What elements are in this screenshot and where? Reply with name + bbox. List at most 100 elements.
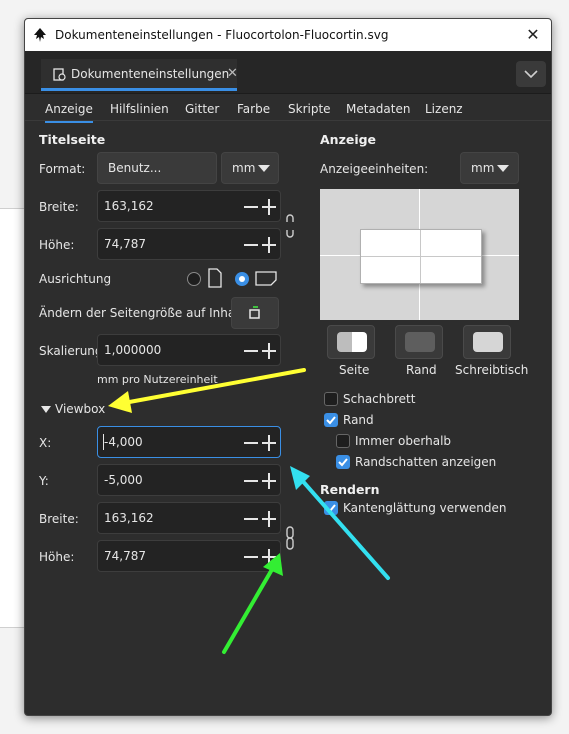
breite-label: Breite: [39,200,79,214]
page-color-button[interactable] [327,325,375,359]
decrement-button[interactable] [244,206,258,208]
title-bar: Dokumenteneinstellungen - Fluocortolon-F… [25,19,551,51]
antialiasing-label: Kantenglättung verwenden [343,501,507,515]
dock-tab-bar: Dokumenteneinstellungen ✕ [25,51,551,94]
display-units-label: Anzeigeeinheiten: [320,162,429,176]
checkerboard-label: Schachbrett [343,392,416,406]
tab-metadaten[interactable]: Metadaten [346,102,410,116]
increment-button[interactable] [262,511,276,527]
page-color-swatch [337,332,367,352]
viewbox-x-label: X: [39,436,52,450]
border-checkbox[interactable] [324,413,338,427]
landscape-radio[interactable] [235,272,249,286]
subtab-divider [25,120,551,121]
decrement-button[interactable] [244,442,258,444]
checkmark-icon [326,416,336,425]
page-height-value: 74,787 [104,237,146,251]
settings-subtabs: Anzeige Hilfslinien Gitter Farbe Skripte… [25,94,551,123]
lock-proportions-icon[interactable] [284,213,296,239]
page-width-input[interactable]: 163,162 [97,190,281,222]
tab-lizenz[interactable]: Lizenz [425,102,463,116]
antialiasing-checkbox[interactable] [324,501,338,515]
tab-gitter[interactable]: Gitter [185,102,219,116]
hoehe-label: Höhe: [39,238,75,252]
preview-page-guide-horizontal [361,256,481,257]
ausrichtung-label: Ausrichtung [39,272,112,286]
decrement-button[interactable] [244,350,258,352]
decrement-button[interactable] [244,480,258,482]
document-settings-icon [53,68,66,81]
desk-color-button[interactable] [463,325,511,359]
format-label: Format: [39,162,86,176]
window-title: Dokumenteneinstellungen - Fluocortolon-F… [55,28,389,42]
scale-unit-note: mm pro Nutzereinheit [97,373,218,386]
border-shadow-label: Randschatten anzeigen [355,455,497,469]
checkmark-icon [338,458,348,467]
window-close-button[interactable]: ✕ [525,25,541,45]
page-preview [320,189,519,320]
increment-button[interactable] [262,473,276,489]
tab-farbe[interactable]: Farbe [237,102,270,116]
viewbox-y-value: -5,000 [104,473,143,487]
viewbox-heading[interactable]: Viewbox [55,402,105,416]
page-color-label: Seite [339,363,370,377]
page-height-input[interactable]: 74,787 [97,228,281,260]
tab-hilfslinien[interactable]: Hilfslinien [110,102,169,116]
increment-button[interactable] [262,199,276,215]
doc-tab-label: Dokumenteneinstellungen [71,67,230,81]
increment-button[interactable] [262,549,276,565]
inkscape-logo-icon [34,28,46,42]
checkerboard-checkbox[interactable] [324,392,338,406]
resize-to-content-button[interactable] [231,297,279,329]
viewbox-width-value: 163,162 [104,511,154,525]
document-settings-window: Dokumenteneinstellungen - Fluocortolon-F… [24,18,552,716]
tab-skripte[interactable]: Skripte [288,102,331,116]
viewbox-y-label: Y: [39,474,49,488]
desk-color-swatch [473,332,503,352]
tab-dokumenteneinstellungen[interactable]: Dokumenteneinstellungen ✕ [41,59,238,91]
viewbox-x-value: -4,000 [104,435,143,449]
decrement-button[interactable] [244,556,258,558]
viewbox-width-input[interactable]: 163,162 [97,502,281,534]
page-unit-value: mm [232,161,256,175]
border-color-button[interactable] [395,325,443,359]
chevron-down-icon [258,165,270,172]
page-unit-dropdown[interactable]: mm [221,152,279,184]
increment-button[interactable] [262,343,276,359]
viewbox-y-input[interactable]: -5,000 [97,464,281,496]
portrait-radio[interactable] [187,272,201,286]
rendern-heading: Rendern [320,482,380,497]
viewbox-breite-label: Breite: [39,512,79,526]
viewbox-hoehe-label: Höhe: [39,550,75,564]
display-units-value: mm [471,161,495,175]
desk-color-label: Schreibtisch [455,363,529,377]
landscape-page-icon [255,271,277,286]
dock-menu-button[interactable] [516,61,546,87]
chevron-down-icon [524,70,538,79]
expander-triangle-icon[interactable] [41,406,51,413]
viewbox-height-value: 74,787 [104,549,146,563]
viewbox-height-input[interactable]: 74,787 [97,540,281,572]
increment-button[interactable] [262,435,276,451]
viewbox-x-input[interactable]: -4,000 [97,426,281,458]
resize-page-icon [249,306,260,319]
display-units-dropdown[interactable]: mm [460,152,519,184]
always-on-top-label: Immer oberhalb [355,434,452,448]
format-value: Benutz... [108,161,162,175]
border-color-swatch [405,332,435,352]
always-on-top-checkbox[interactable] [336,434,350,448]
checkmark-icon [326,504,336,513]
border-shadow-checkbox[interactable] [336,455,350,469]
resize-to-content-label: Ändern der Seitengröße auf Inhalt: [39,306,248,320]
decrement-button[interactable] [244,518,258,520]
scale-input[interactable]: 1,000000 [97,334,281,366]
chain-link-icon[interactable] [284,525,296,551]
increment-button[interactable] [262,237,276,253]
decrement-button[interactable] [244,244,258,246]
border-color-label: Rand [406,363,437,377]
radio-dot [239,276,245,282]
page-width-value: 163,162 [104,199,154,213]
anzeige-heading: Anzeige [320,132,377,147]
doc-tab-close-button[interactable]: ✕ [227,66,238,81]
format-dropdown[interactable]: Benutz... [97,152,217,184]
